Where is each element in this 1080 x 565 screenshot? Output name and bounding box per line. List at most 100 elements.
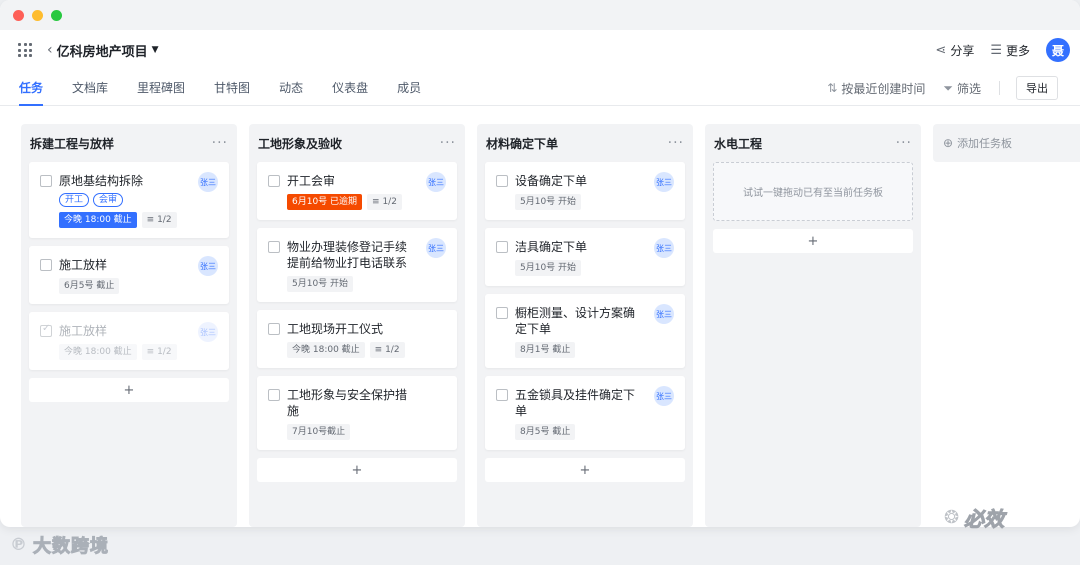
subtask-value: 1/2 (157, 347, 172, 357)
drop-zone-placeholder[interactable]: 试试一键拖动已有至当前任务板 (713, 162, 913, 221)
task-checkbox-checked[interactable] (40, 323, 52, 337)
header-actions: ⋖ 分享 ☰ 更多 聂 (935, 30, 1070, 70)
due-date-badge: 7月10号截止 (287, 424, 351, 440)
user-avatar[interactable]: 聂 (1046, 38, 1070, 62)
task-card[interactable]: 施工放样 张三 6月5号 截止 (29, 246, 229, 304)
task-title: 施工放样 (59, 258, 108, 272)
due-date-badge: 今晚 18:00 截止 (59, 212, 137, 228)
add-board-button[interactable]: ⊕ 添加任务板 (933, 124, 1080, 162)
column-title[interactable]: 水电工程 (714, 135, 762, 152)
task-checkbox[interactable] (40, 259, 52, 271)
add-task-button[interactable]: + (713, 229, 913, 253)
watermark-logo-icon: ℗ (10, 535, 27, 555)
watermark-left: ℗ 大数跨境 (10, 532, 109, 558)
task-title: 橱柜测量、设计方案确定下单 (515, 306, 636, 336)
overdue-badge: 6月10号 已逾期 (287, 194, 363, 210)
assignee-avatar[interactable]: 张三 (654, 238, 674, 258)
task-checkbox[interactable] (268, 175, 280, 187)
task-checkbox[interactable] (496, 241, 508, 253)
share-label: 分享 (950, 43, 975, 58)
column-header: 水电工程 ··· (713, 124, 913, 162)
task-tag[interactable]: 会审 (93, 193, 124, 207)
view-tabs: 任务 文档库 里程碑图 甘特图 动态 仪表盘 成员 ⇅ 按最近创建时间 ⏷ 筛选… (0, 70, 1080, 106)
column-title[interactable]: 工地形象及验收 (258, 135, 342, 152)
task-checkbox[interactable] (496, 175, 508, 187)
sort-button[interactable]: ⇅ 按最近创建时间 (827, 80, 925, 97)
tab-tasks[interactable]: 任务 (19, 70, 44, 106)
add-task-button[interactable]: + (485, 458, 685, 482)
filter-label: 筛选 (956, 81, 981, 96)
assignee-avatar[interactable]: 张三 (426, 238, 446, 258)
project-header: ‹ 亿科房地产项目 ▼ ⋖ 分享 ☰ 更多 聂 (0, 30, 1080, 70)
project-title[interactable]: 亿科房地产项目 (57, 41, 148, 60)
task-column: 拆建工程与放样 ··· 原地基结构拆除 张三 开工 会审 今晚 18:00 截止… (21, 124, 237, 527)
due-date-badge: 6月5号 截止 (59, 278, 120, 294)
apps-grid-icon[interactable] (18, 43, 32, 57)
tab-activity[interactable]: 动态 (279, 70, 303, 106)
task-checkbox[interactable] (268, 323, 280, 335)
task-card-completed[interactable]: 施工放样 张三 今晚 18:00 截止 ≡ 1/2 (29, 312, 229, 370)
task-card[interactable]: 工地形象与安全保护措施 7月10号截止 (257, 376, 457, 450)
task-card[interactable]: 物业办理装修登记手续提前给物业打电话联系 张三 5月10号 开始 (257, 228, 457, 302)
task-checkbox[interactable] (496, 307, 508, 319)
task-card[interactable]: 原地基结构拆除 张三 开工 会审 今晚 18:00 截止 ≡ 1/2 (29, 162, 229, 238)
task-card[interactable]: 工地现场开工仪式 今晚 18:00 截止 ≡ 1/2 (257, 310, 457, 368)
task-card[interactable]: 洁具确定下单 张三 5月10号 开始 (485, 228, 685, 286)
task-card[interactable]: 设备确定下单 张三 5月10号 开始 (485, 162, 685, 220)
task-title: 工地形象与安全保护措施 (287, 388, 408, 418)
task-checkbox[interactable] (496, 389, 508, 401)
filter-button[interactable]: ⏷ 筛选 (943, 80, 981, 97)
minimize-window-button[interactable] (32, 9, 43, 21)
column-title[interactable]: 材料确定下单 (486, 135, 558, 152)
assignee-avatar[interactable]: 张三 (198, 322, 218, 342)
due-date-badge: 今晚 18:00 截止 (59, 344, 137, 360)
task-checkbox[interactable] (40, 175, 52, 187)
column-title[interactable]: 拆建工程与放样 (30, 135, 114, 152)
maximize-window-button[interactable] (51, 9, 62, 21)
add-task-button[interactable]: + (29, 378, 229, 402)
assignee-avatar[interactable]: 张三 (198, 172, 218, 192)
due-date-badge: 今晚 18:00 截止 (287, 342, 365, 358)
more-dots-icon[interactable]: ··· (896, 135, 912, 151)
assignee-avatar[interactable]: 张三 (426, 172, 446, 192)
watermark-text: 必效 (964, 507, 1005, 532)
more-label: 更多 (1005, 43, 1030, 58)
start-date-badge: 5月10号 开始 (287, 276, 354, 292)
toolbar-divider (999, 81, 1000, 95)
task-tag[interactable]: 开工 (59, 193, 90, 207)
assignee-avatar[interactable]: 张三 (198, 256, 218, 276)
assignee-avatar[interactable]: 张三 (654, 172, 674, 192)
start-date-badge: 5月10号 开始 (515, 260, 582, 276)
task-card[interactable]: 开工会审 张三 6月10号 已逾期 ≡ 1/2 (257, 162, 457, 220)
assignee-avatar[interactable]: 张三 (654, 386, 674, 406)
tab-milestones[interactable]: 里程碑图 (137, 70, 185, 106)
add-task-button[interactable]: + (257, 458, 457, 482)
task-card[interactable]: 橱柜测量、设计方案确定下单 张三 8月1号 截止 (485, 294, 685, 368)
tab-dashboard[interactable]: 仪表盘 (332, 70, 368, 106)
more-button[interactable]: ☰ 更多 (990, 42, 1030, 59)
close-window-button[interactable] (13, 9, 24, 21)
subtask-value: 1/2 (385, 345, 400, 355)
export-button[interactable]: 导出 (1016, 76, 1058, 100)
caret-down-icon[interactable]: ▼ (152, 45, 159, 55)
task-column: 水电工程 ··· 试试一键拖动已有至当前任务板 + (705, 124, 921, 527)
back-chevron-icon[interactable]: ‹ (47, 42, 53, 58)
more-dots-icon[interactable]: ··· (668, 135, 684, 151)
subtask-value: 1/2 (157, 215, 172, 225)
subtask-count: ≡ 1/2 (141, 212, 177, 228)
task-checkbox[interactable] (268, 241, 280, 253)
tab-gantt[interactable]: 甘特图 (214, 70, 250, 106)
assignee-avatar[interactable]: 张三 (654, 304, 674, 324)
more-dots-icon[interactable]: ··· (440, 135, 456, 151)
more-dots-icon[interactable]: ··· (212, 135, 228, 151)
task-column: 材料确定下单 ··· 设备确定下单 张三 5月10号 开始 洁具确定下单 张三 … (477, 124, 693, 527)
task-card[interactable]: 五金锁具及挂件确定下单 张三 8月5号 截止 (485, 376, 685, 450)
task-title: 五金锁具及挂件确定下单 (515, 388, 636, 418)
tab-members[interactable]: 成员 (397, 70, 421, 106)
sort-label: 按最近创建时间 (841, 81, 926, 96)
column-header: 材料确定下单 ··· (485, 124, 685, 162)
tab-documents[interactable]: 文档库 (72, 70, 108, 106)
task-checkbox[interactable] (268, 389, 280, 401)
share-button[interactable]: ⋖ 分享 (935, 42, 974, 59)
column-header: 工地形象及验收 ··· (257, 124, 457, 162)
